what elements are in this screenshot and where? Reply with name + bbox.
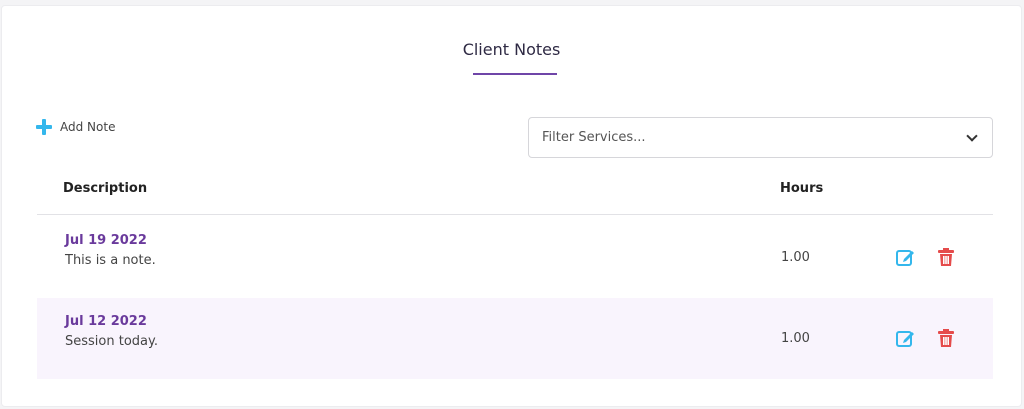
- edit-icon[interactable]: [896, 248, 916, 266]
- note-description: This is a note.: [65, 253, 156, 268]
- note-date: Jul 19 2022: [65, 233, 147, 248]
- client-notes-card: Client Notes Add Note Filter Services...…: [1, 5, 1022, 407]
- add-note-label: Add Note: [60, 120, 116, 134]
- note-description: Session today.: [65, 334, 158, 349]
- note-hours: 1.00: [781, 331, 810, 346]
- table-row: Jul 19 2022 This is a note. 1.00: [37, 217, 993, 298]
- filter-services-select[interactable]: Filter Services...: [528, 117, 993, 158]
- trash-icon[interactable]: [937, 248, 955, 266]
- note-hours: 1.00: [781, 250, 810, 265]
- add-note-button[interactable]: Add Note: [36, 119, 115, 135]
- page-title: Client Notes: [462, 40, 561, 59]
- column-header-description: Description: [63, 181, 148, 196]
- plus-icon: [36, 119, 52, 135]
- table-row: Jul 12 2022 Session today. 1.00: [37, 298, 993, 379]
- note-date: Jul 12 2022: [65, 314, 147, 329]
- chevron-down-icon: [966, 129, 978, 142]
- trash-icon[interactable]: [937, 329, 955, 347]
- edit-icon[interactable]: [896, 329, 916, 347]
- column-header-hours: Hours: [780, 181, 824, 196]
- header-divider: [37, 214, 993, 215]
- filter-services-value: Filter Services...: [542, 130, 646, 145]
- title-underline: [473, 73, 557, 75]
